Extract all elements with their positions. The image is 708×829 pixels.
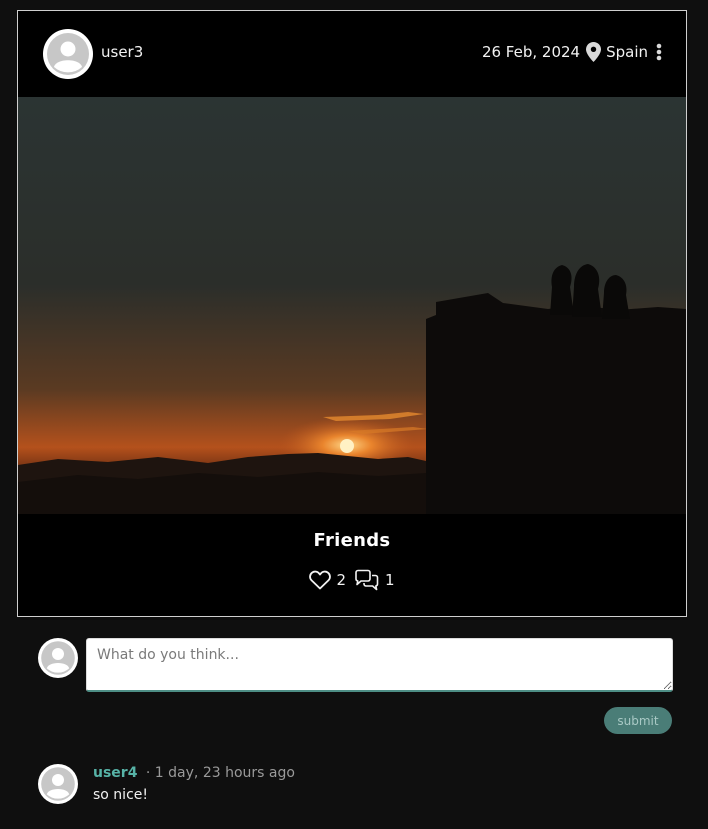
comment-header: user4 · 1 day, 23 hours ago <box>93 765 295 781</box>
comments-count: 1 <box>385 571 395 589</box>
current-user-avatar <box>38 638 78 678</box>
default-user-avatar-icon <box>41 767 75 801</box>
like-stat[interactable]: 2 <box>309 570 346 590</box>
submit-comment-button[interactable]: submit <box>604 707 672 734</box>
comment-input[interactable] <box>86 638 673 692</box>
post-location: Spain <box>606 43 648 61</box>
chat-bubbles-icon <box>355 569 379 591</box>
post-date: 26 Feb, 2024 <box>481 43 581 61</box>
comment-author-avatar[interactable] <box>38 764 78 804</box>
comment-timestamp: · 1 day, 23 hours ago <box>145 765 295 781</box>
post-stats: 2 1 <box>18 569 686 591</box>
default-user-avatar-icon <box>41 641 75 675</box>
default-user-avatar-icon <box>47 33 89 75</box>
post-card: user3 26 Feb, 2024 Spain Friends 2 1 <box>17 10 687 617</box>
post-header: user3 26 Feb, 2024 Spain <box>18 11 686 97</box>
post-meta: 26 Feb, 2024 Spain <box>482 42 662 62</box>
heart-icon <box>309 570 332 590</box>
post-image[interactable] <box>18 97 686 514</box>
comments-stat[interactable]: 1 <box>354 569 395 591</box>
comment-author-name[interactable]: user4 <box>93 765 137 781</box>
post-author-name: user3 <box>101 43 144 61</box>
post-author-link[interactable]: user3 <box>43 29 143 79</box>
likes-count: 2 <box>336 571 346 589</box>
map-pin-icon <box>586 42 602 62</box>
author-avatar <box>43 29 93 79</box>
comment-text: so nice! <box>93 787 148 803</box>
post-title: Friends <box>313 530 391 551</box>
vertical-dots-icon[interactable] <box>656 43 662 61</box>
